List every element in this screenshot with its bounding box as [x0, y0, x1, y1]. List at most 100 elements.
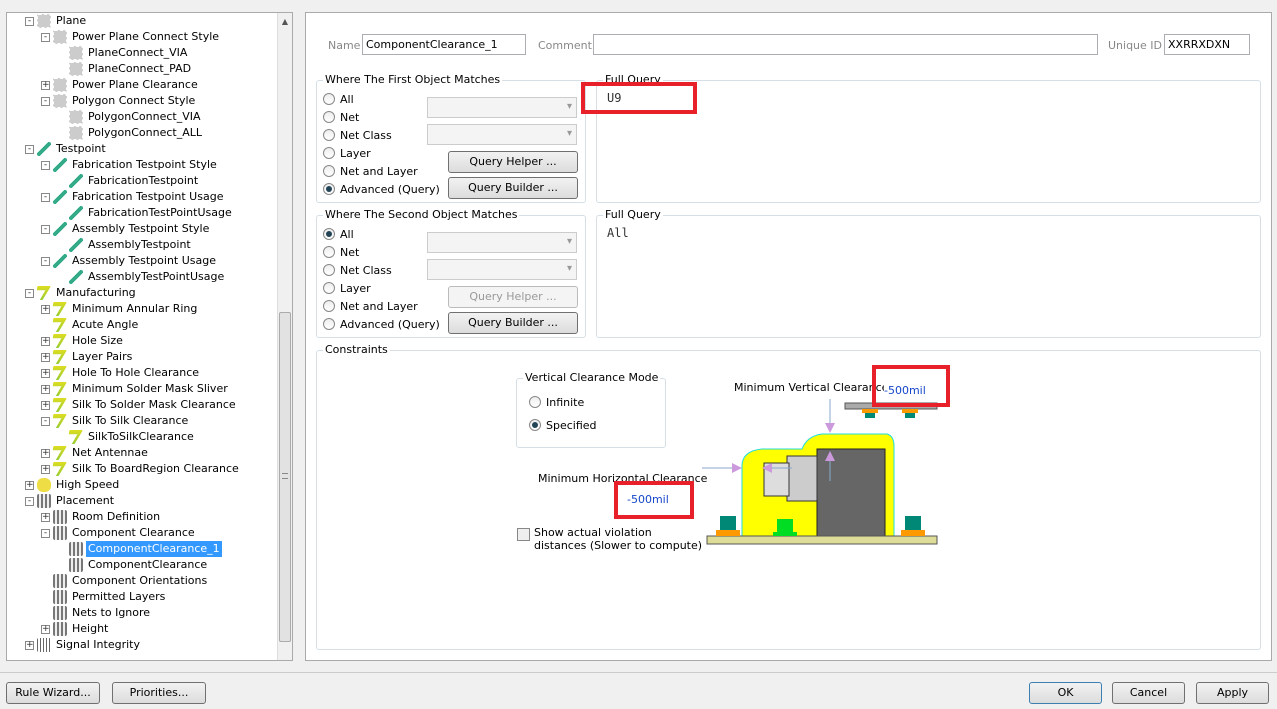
ok-button[interactable]: OK — [1029, 682, 1102, 704]
tree-item[interactable]: - Manufacturing — [25, 285, 138, 301]
tree-item[interactable]: + Hole To Hole Clearance — [41, 365, 201, 381]
first-option-radio[interactable]: All — [323, 91, 354, 107]
collapse-icon[interactable]: - — [41, 256, 50, 266]
cancel-button[interactable]: Cancel — [1112, 682, 1185, 704]
expand-icon[interactable]: + — [41, 336, 50, 346]
collapse-icon[interactable]: - — [41, 160, 50, 170]
rule-tree[interactable]: - Plane - Power Plane Connect Style PlaneCon… — [6, 12, 293, 661]
first-option-radio[interactable]: Net Class — [323, 127, 392, 143]
collapse-icon[interactable]: - — [25, 288, 34, 298]
second-option-radio[interactable]: Net Class — [323, 262, 392, 278]
tree-item[interactable]: + Minimum Annular Ring — [41, 301, 199, 317]
collapse-icon[interactable]: - — [41, 528, 50, 538]
tree-item[interactable]: - Assembly Testpoint Usage — [41, 253, 218, 269]
unique-id-input[interactable]: XXRRXDXN — [1164, 34, 1250, 55]
tree-item[interactable]: Acute Angle — [41, 317, 140, 333]
first-query-helper-button[interactable]: Query Helper ... — [448, 151, 578, 173]
expand-icon[interactable]: + — [41, 304, 50, 314]
second-query-builder-button[interactable]: Query Builder ... — [448, 312, 578, 334]
collapse-icon[interactable]: - — [41, 224, 50, 234]
tree-item[interactable]: - Plane — [25, 13, 88, 29]
tree-item[interactable]: + Power Plane Clearance — [41, 77, 200, 93]
second-net-combo[interactable] — [427, 232, 577, 253]
tree-item[interactable]: + Minimum Solder Mask Sliver — [41, 381, 230, 397]
tree-item[interactable]: + Silk To Solder Mask Clearance — [41, 397, 238, 413]
tree-item[interactable]: - Fabrication Testpoint Usage — [41, 189, 225, 205]
expand-icon[interactable]: + — [41, 368, 50, 378]
tree-item[interactable]: - Placement — [25, 493, 116, 509]
tree-item[interactable]: ComponentClearance — [57, 557, 209, 573]
tree-item[interactable]: PolygonConnect_VIA — [57, 109, 203, 125]
infinite-radio[interactable]: Infinite — [529, 394, 584, 410]
tree-item[interactable]: SilkToSilkClearance — [57, 429, 196, 445]
apply-button[interactable]: Apply — [1196, 682, 1269, 704]
expand-icon[interactable]: + — [25, 640, 34, 650]
expand-icon[interactable]: + — [41, 448, 50, 458]
tree-item[interactable]: - Power Plane Connect Style — [41, 29, 221, 45]
first-option-radio[interactable]: Layer — [323, 145, 371, 161]
expand-icon[interactable]: + — [41, 624, 50, 634]
tree-item[interactable]: ComponentClearance_1 — [57, 541, 222, 557]
tree-scroll-thumb[interactable] — [279, 312, 291, 642]
specified-radio[interactable]: Specified — [529, 417, 597, 433]
expand-icon[interactable]: + — [41, 512, 50, 522]
tree-item[interactable]: FabricationTestPointUsage — [57, 205, 234, 221]
expand-icon[interactable]: + — [41, 80, 50, 90]
expand-icon[interactable]: + — [41, 352, 50, 362]
tree-item[interactable]: PolygonConnect_ALL — [57, 125, 204, 141]
tree-item[interactable]: FabricationTestpoint — [57, 173, 200, 189]
tree-item[interactable]: - Assembly Testpoint Style — [41, 221, 211, 237]
name-input[interactable]: ComponentClearance_1 — [362, 34, 526, 55]
tree-item[interactable]: - Polygon Connect Style — [41, 93, 197, 109]
tree-item[interactable]: AssemblyTestPointUsage — [57, 269, 226, 285]
tree-item[interactable]: + Room Definition — [41, 509, 162, 525]
first-query-builder-button[interactable]: Query Builder ... — [448, 177, 578, 199]
tree-item[interactable]: Nets to Ignore — [41, 605, 152, 621]
collapse-icon[interactable]: - — [41, 32, 50, 42]
tree-item[interactable]: - Silk To Silk Clearance — [41, 413, 190, 429]
collapse-icon[interactable]: - — [41, 192, 50, 202]
collapse-icon[interactable]: - — [25, 496, 34, 506]
tree-item[interactable]: PlaneConnect_VIA — [57, 45, 189, 61]
collapse-icon[interactable]: - — [41, 416, 50, 426]
first-netclass-combo[interactable] — [427, 124, 577, 145]
second-option-radio[interactable]: Net and Layer — [323, 298, 418, 314]
tree-item[interactable]: + Hole Size — [41, 333, 125, 349]
expand-icon[interactable]: + — [41, 384, 50, 394]
tree-item[interactable]: - Component Clearance — [41, 525, 197, 541]
tree-item[interactable]: Component Orientations — [41, 573, 209, 589]
priorities-button[interactable]: Priorities... — [112, 682, 206, 704]
tree-item[interactable]: + Net Antennae — [41, 445, 150, 461]
expand-icon[interactable]: + — [25, 480, 34, 490]
second-netclass-combo[interactable] — [427, 259, 577, 280]
first-option-radio[interactable]: Net and Layer — [323, 163, 418, 179]
scroll-up-icon[interactable]: ▲ — [278, 17, 292, 26]
second-full-query-text[interactable]: All — [607, 226, 629, 240]
expand-icon[interactable]: + — [41, 464, 50, 474]
collapse-icon[interactable]: - — [25, 144, 34, 154]
tree-item[interactable]: + Silk To BoardRegion Clearance — [41, 461, 241, 477]
show-violation-checkbox[interactable]: Show actual violation distances (Slower t… — [517, 526, 702, 552]
first-option-radio[interactable]: Net — [323, 109, 359, 125]
second-option-radio[interactable]: Advanced (Query) — [323, 316, 440, 332]
tree-item[interactable]: + Signal Integrity — [25, 637, 142, 653]
rule-wizard-button[interactable]: Rule Wizard... — [6, 682, 100, 704]
first-net-combo[interactable] — [427, 97, 577, 118]
tree-item[interactable]: + Layer Pairs — [41, 349, 134, 365]
second-option-radio[interactable]: All — [323, 226, 354, 242]
tree-item[interactable]: - Fabrication Testpoint Style — [41, 157, 219, 173]
tree-item[interactable]: + High Speed — [25, 477, 121, 493]
collapse-icon[interactable]: - — [25, 16, 34, 26]
second-option-radio[interactable]: Layer — [323, 280, 371, 296]
tree-item[interactable]: Permitted Layers — [41, 589, 167, 605]
expand-icon[interactable]: + — [41, 400, 50, 410]
comment-input[interactable] — [593, 34, 1098, 55]
second-option-radio[interactable]: Net — [323, 244, 359, 260]
tree-item[interactable]: + Height — [41, 621, 110, 637]
tree-item[interactable]: AssemblyTestpoint — [57, 237, 193, 253]
tree-item[interactable]: - Testpoint — [25, 141, 108, 157]
second-query-helper-button[interactable]: Query Helper ... — [448, 286, 578, 308]
first-option-radio[interactable]: Advanced (Query) — [323, 181, 440, 197]
tree-item[interactable]: PlaneConnect_PAD — [57, 61, 193, 77]
collapse-icon[interactable]: - — [41, 96, 50, 106]
